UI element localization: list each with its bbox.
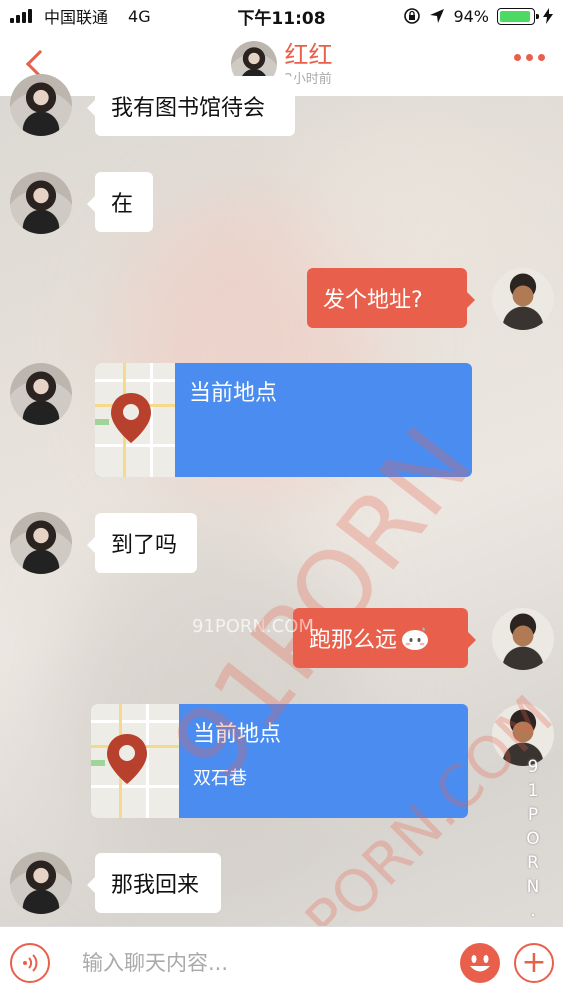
location-title: 当前地点 bbox=[193, 722, 282, 747]
message-bubble[interactable]: 那我回来 bbox=[87, 853, 221, 913]
more-dots-icon[interactable] bbox=[514, 54, 545, 61]
avatar[interactable] bbox=[492, 704, 554, 766]
map-pin-icon bbox=[107, 734, 147, 784]
watermark-char: 1 bbox=[527, 781, 541, 801]
map-thumbnail bbox=[91, 704, 179, 818]
avatar[interactable] bbox=[10, 512, 72, 574]
plus-icon: + bbox=[521, 945, 547, 980]
emoji-button[interactable] bbox=[460, 943, 500, 983]
avatar[interactable] bbox=[492, 608, 554, 670]
sweat-emoji bbox=[402, 627, 429, 650]
contact-name: 红红 bbox=[284, 40, 333, 69]
watermark-char: 9 bbox=[527, 757, 541, 777]
battery-icon bbox=[497, 7, 539, 25]
battery-fill bbox=[500, 10, 531, 22]
watermark-char: P bbox=[527, 805, 541, 825]
avatar[interactable] bbox=[10, 74, 72, 136]
message-text: 那我回来 bbox=[111, 873, 200, 898]
voice-icon bbox=[23, 954, 38, 972]
message-bubble[interactable]: 在 bbox=[87, 172, 153, 232]
message-bubble[interactable]: 跑那么远 bbox=[293, 608, 476, 668]
network-label: 4G bbox=[128, 6, 151, 26]
map-pin-icon bbox=[111, 393, 151, 443]
avatar[interactable] bbox=[10, 852, 72, 914]
plus-button[interactable]: + bbox=[514, 943, 554, 983]
message-text: 到了吗 bbox=[111, 533, 178, 558]
background-blur bbox=[60, 520, 360, 880]
voice-button[interactable] bbox=[10, 943, 50, 983]
emoji-icon bbox=[470, 955, 490, 972]
avatar[interactable] bbox=[10, 363, 72, 425]
message-bubble[interactable]: 发个地址? bbox=[307, 268, 475, 328]
lock-rotation-icon bbox=[404, 8, 421, 24]
battery-percent: 94% bbox=[453, 6, 489, 26]
input-bar: + bbox=[0, 926, 563, 1000]
message-input[interactable] bbox=[70, 939, 440, 987]
location-address: 双石巷 bbox=[193, 768, 247, 789]
message-text: 我有图书馆待会 bbox=[111, 96, 266, 121]
message-text: 发个地址? bbox=[323, 288, 423, 313]
signal-icon bbox=[10, 9, 32, 23]
avatar[interactable] bbox=[492, 268, 554, 330]
map-thumbnail bbox=[95, 363, 175, 477]
message-bubble[interactable]: 我有图书馆待会 bbox=[87, 76, 295, 136]
location-card[interactable]: 当前地点 双石巷 bbox=[91, 704, 468, 818]
carrier-label: 中国联通 bbox=[44, 8, 109, 27]
message-text: 跑那么远 bbox=[309, 628, 398, 653]
location-title: 当前地点 bbox=[189, 381, 278, 406]
location-card[interactable]: 当前地点 bbox=[95, 363, 472, 477]
status-bar: 中国联通 4G 下午11:08 94% bbox=[0, 0, 563, 32]
watermark-char: R bbox=[527, 853, 541, 873]
avatar[interactable] bbox=[10, 172, 72, 234]
watermark-char: . bbox=[530, 901, 538, 921]
message-text: 在 bbox=[111, 192, 134, 217]
location-arrow-icon bbox=[430, 9, 445, 23]
watermark-char: O bbox=[526, 829, 542, 849]
charging-icon bbox=[543, 8, 553, 24]
watermark-char: N bbox=[526, 877, 542, 897]
message-bubble[interactable]: 到了吗 bbox=[87, 513, 197, 573]
